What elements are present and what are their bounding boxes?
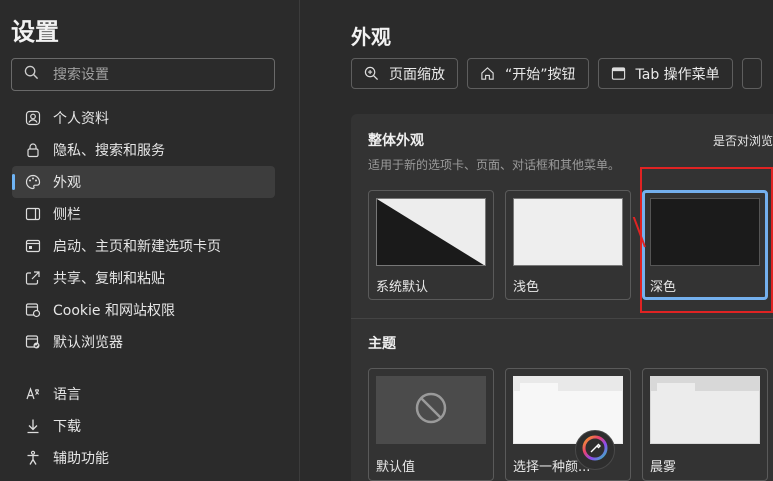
sidebar-item-share[interactable]: 共享、复制和粘贴 <box>12 262 275 294</box>
preview-tab-shape <box>520 383 558 391</box>
browser-icon <box>24 333 42 351</box>
search-icon <box>24 65 39 84</box>
option-label: 浅色 <box>513 280 540 295</box>
option-label: 系统默认 <box>376 280 429 295</box>
sidebar-item-label: 个人资料 <box>53 111 109 127</box>
sidebar-item-label: 侧栏 <box>53 207 81 223</box>
sidebar-item-profile[interactable]: 个人资料 <box>12 102 275 134</box>
theme-morning-fog-card[interactable]: 晨雾 <box>642 368 768 481</box>
sidebar-item-label: 下载 <box>53 419 81 435</box>
search-input[interactable] <box>53 66 253 83</box>
theme-label: 默认值 <box>376 460 416 475</box>
home-button-chip-button[interactable]: “开始”按钮 <box>467 58 589 89</box>
sidebar-item-sidebar[interactable]: 侧栏 <box>12 198 275 230</box>
sidebar-item-appearance[interactable]: 外观 <box>12 166 275 198</box>
sidebar-item-label: 辅助功能 <box>53 451 109 467</box>
search-box[interactable] <box>11 58 275 91</box>
system-default-preview <box>376 198 486 266</box>
no-theme-icon <box>414 391 448 429</box>
window-icon <box>24 237 42 255</box>
color-picker-button[interactable] <box>575 430 615 470</box>
tab-menu-chip-button[interactable]: Tab 操作菜单 <box>597 58 733 89</box>
eyedropper-icon <box>582 435 608 465</box>
default-theme-preview <box>376 376 486 444</box>
sidebar-item-accessibility[interactable]: 辅助功能 <box>12 442 275 474</box>
overall-appearance-title: 整体外观 <box>368 133 424 149</box>
preview-tab-shape <box>657 383 695 391</box>
theme-label: 晨雾 <box>650 460 677 475</box>
sidebar-item-privacy[interactable]: 隐私、搜索和服务 <box>12 134 275 166</box>
share-icon <box>24 269 42 287</box>
sidebar-item-label: 语言 <box>53 387 81 403</box>
chip-label: Tab 操作菜单 <box>635 66 720 83</box>
sidebar-item-label: Cookie 和网站权限 <box>53 303 175 319</box>
sidebar-item-label: 启动、主页和新建选项卡页 <box>53 239 221 255</box>
overall-appearance-desc: 适用于新的选项卡、页面、对话框和其他菜单。 <box>368 158 621 172</box>
morning-fog-preview <box>650 376 760 444</box>
chip-label: 页面缩放 <box>389 66 445 83</box>
sidebar-item-default-browser[interactable]: 默认浏览器 <box>12 326 275 358</box>
chip-label: “开始”按钮 <box>505 66 576 83</box>
page-title: 外观 <box>351 25 391 49</box>
sidebar-item-language[interactable]: 语言 <box>12 378 275 410</box>
theme-custom-color-card[interactable]: 选择一种颜... <box>505 368 631 481</box>
lock-icon <box>24 141 42 159</box>
annotation-highlight-box <box>640 167 773 313</box>
section-divider <box>351 318 773 319</box>
appearance-panel: 整体外观 适用于新的选项卡、页面、对话框和其他菜单。 是否对浏览 系统默认 浅色… <box>351 114 773 481</box>
language-icon <box>24 385 42 403</box>
settings-title: 设置 <box>11 18 59 46</box>
overall-appearance-side-text: 是否对浏览 <box>712 134 773 148</box>
sidebar-item-downloads[interactable]: 下载 <box>12 410 275 442</box>
site-permissions-icon <box>24 301 42 319</box>
settings-nav: 个人资料 隐私、搜索和服务 外观 侧栏 启动、主页和新建选项卡页 共享、复制和粘… <box>12 102 275 474</box>
sidebar-item-startup[interactable]: 启动、主页和新建选项卡页 <box>12 230 275 262</box>
sidebar-item-cookies[interactable]: Cookie 和网站权限 <box>12 294 275 326</box>
accessibility-icon <box>24 449 42 467</box>
profile-icon <box>24 109 42 127</box>
sidebar-item-label: 隐私、搜索和服务 <box>53 143 165 159</box>
theme-option-system-default[interactable]: 系统默认 <box>368 190 494 300</box>
theme-section-title: 主题 <box>368 336 396 352</box>
tab-menu-icon <box>611 66 626 81</box>
download-icon <box>24 417 42 435</box>
sidebar-item-label: 默认浏览器 <box>53 335 123 351</box>
theme-default-card[interactable]: 默认值 <box>368 368 494 481</box>
appearance-page: 外观 页面缩放 “开始”按钮 Tab 操作菜单 整体外观 适用于新的选项卡、页面… <box>301 0 773 481</box>
jump-links: 页面缩放 “开始”按钮 Tab 操作菜单 <box>351 58 762 89</box>
more-chip-button[interactable] <box>741 58 762 89</box>
settings-sidebar: 设置 个人资料 隐私、搜索和服务 外观 <box>0 0 300 481</box>
home-icon <box>480 66 495 81</box>
preview-page-shape <box>651 391 759 443</box>
zoom-chip-button[interactable]: 页面缩放 <box>351 58 458 89</box>
sidebar-item-label: 外观 <box>53 175 81 191</box>
palette-icon <box>24 173 42 191</box>
sidebar-icon <box>24 205 42 223</box>
sidebar-item-label: 共享、复制和粘贴 <box>53 271 165 287</box>
annotation-arrow-icon <box>632 217 646 248</box>
zoom-icon <box>364 66 379 81</box>
